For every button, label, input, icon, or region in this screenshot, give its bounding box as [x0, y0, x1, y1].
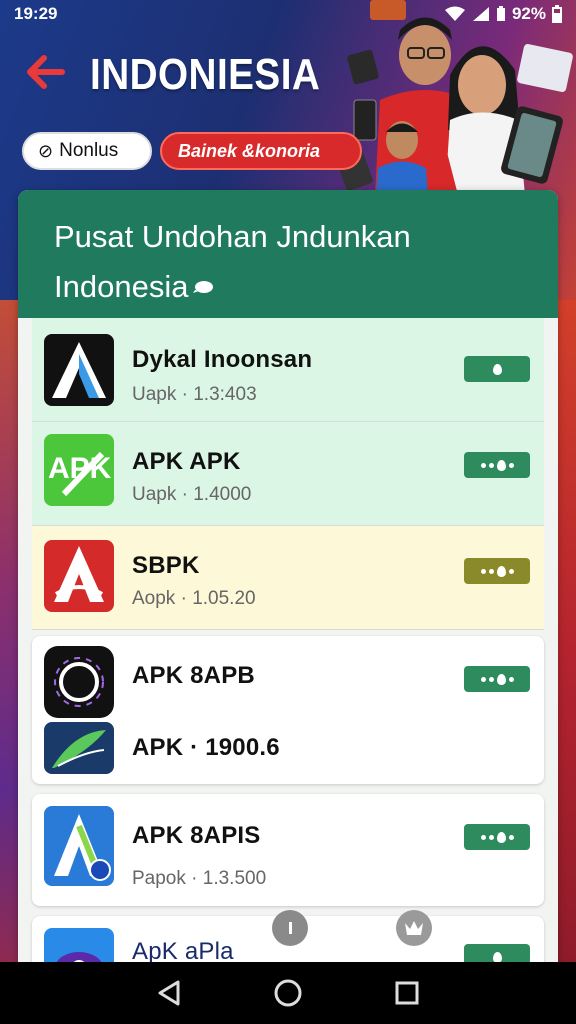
list-item[interactable]: SBPK Aopk · 1.05.20 — [32, 526, 544, 630]
chip-nonlus-label: Nonlus — [59, 140, 119, 161]
app-leaf-icon — [44, 722, 114, 774]
app-list: Dykal Inoonsan Uapk · 1.3:403 APK APK AP… — [18, 318, 558, 980]
card-title: Pusat Undohan Jndunkan — [54, 219, 411, 254]
list-item[interactable]: Dykal Inoonsan Uapk · 1.3:403 — [32, 318, 544, 422]
edit-icon: ⊘ — [38, 140, 54, 161]
download-button[interactable] — [464, 558, 530, 584]
download-button[interactable] — [464, 356, 530, 382]
system-nav-bar — [0, 962, 576, 1024]
app-name: SBPK — [132, 552, 200, 579]
app-red-a-icon — [44, 540, 114, 612]
chip-bainek-label: Bainek &konoria — [178, 140, 321, 161]
app-a-icon — [44, 334, 114, 406]
back-button[interactable] — [24, 52, 68, 92]
list-item[interactable]: APK · 1900.6 — [32, 716, 544, 784]
card-header: Pusat Undohan Jndunkan Indonesia — [18, 190, 558, 318]
chip-nonlus[interactable]: ⊘ Nonlus — [22, 132, 152, 170]
app-meta: Aopk · 1.05.20 — [132, 588, 256, 609]
hero-people-illustration — [340, 0, 573, 195]
chat-bubble-icon — [193, 281, 214, 293]
app-name: Dykal Inoonsan — [132, 346, 313, 373]
app-blue-a-icon — [44, 806, 114, 886]
info-fab[interactable] — [272, 910, 308, 946]
app-name: APK 8APB — [132, 662, 255, 689]
app-name: APK APK — [132, 448, 241, 475]
app-list-card: Pusat Undohan Jndunkan Indonesia Dykal I… — [18, 190, 558, 980]
card-subtitle: Indonesia — [54, 269, 189, 304]
list-item[interactable]: APK 8APB — [32, 636, 544, 718]
download-button[interactable] — [464, 824, 530, 850]
app-dark-ring-icon — [44, 646, 114, 718]
app-name: APK 8APIS — [132, 822, 261, 849]
crown-fab[interactable] — [396, 910, 432, 946]
app-name: APK · 1900.6 — [132, 734, 280, 761]
download-icon — [492, 951, 502, 963]
app-group: APK 8APB APK · 1900.6 — [32, 636, 544, 784]
card-subtitle-row: Indonesia — [54, 262, 522, 312]
app-meta: Uapk · 1.4000 — [132, 484, 252, 505]
download-icon — [492, 363, 502, 375]
app-meta: Uapk · 1.3:403 — [132, 384, 257, 405]
app-apk-icon: APK — [44, 434, 114, 506]
chip-bainek[interactable]: Bainek &konoria — [160, 132, 362, 170]
app-meta: Papok · 1.3.500 — [132, 868, 267, 889]
home-circle-icon[interactable] — [273, 978, 303, 1008]
crown-icon — [405, 921, 423, 935]
recents-square-icon[interactable] — [394, 980, 420, 1006]
list-item[interactable]: APK APK APK Uapk · 1.4000 — [32, 422, 544, 526]
back-triangle-icon[interactable] — [156, 979, 182, 1007]
page-title: INDONIESIA — [90, 50, 321, 99]
download-button[interactable] — [464, 452, 530, 478]
status-time: 19:29 — [14, 4, 58, 23]
download-button[interactable] — [464, 666, 530, 692]
back-arrow-icon — [27, 55, 65, 89]
info-icon — [289, 922, 292, 934]
list-item[interactable]: APK 8APIS Papok · 1.3.500 — [32, 794, 544, 906]
